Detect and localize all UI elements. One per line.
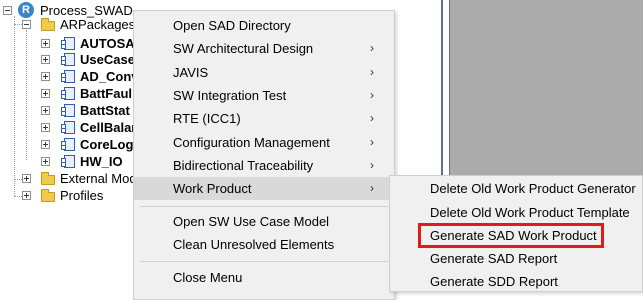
submenu-item-label: Generate SAD Report (430, 251, 558, 266)
package-icon (61, 87, 75, 100)
submenu-item-label: Generate SAD Work Product (430, 228, 597, 243)
tree-connector (14, 196, 22, 198)
folder-icon (41, 189, 55, 202)
menu-item-label: Work Product (173, 181, 252, 196)
menu-separator (140, 206, 388, 207)
collapse-icon[interactable] (22, 20, 31, 29)
menu-item-label: SW Integration Test (173, 88, 287, 103)
expand-icon[interactable] (41, 106, 50, 115)
menu-item-configuration-management[interactable]: Configuration Management › (134, 131, 394, 154)
menu-item-label: Open SAD Directory (173, 18, 291, 33)
submenu-item-generate-sad-work-product[interactable]: Generate SAD Work Product (390, 224, 642, 247)
submenu-item-generate-sad-report[interactable]: Generate SAD Report (390, 247, 642, 270)
package-icon (61, 138, 75, 151)
expand-icon[interactable] (41, 55, 50, 64)
menu-item-label: Open SW Use Case Model (173, 214, 330, 229)
chevron-right-icon: › (370, 41, 374, 55)
chevron-right-icon: › (370, 111, 374, 125)
chevron-right-icon: › (370, 158, 374, 172)
menu-item-label: SW Architectural Design (173, 41, 314, 56)
menu-item-label: Close Menu (173, 270, 243, 285)
work-product-submenu: Delete Old Work Product Generator Delete… (389, 175, 643, 292)
menu-item-label: Bidirectional Traceability (173, 158, 314, 173)
menu-item-open-sw-use-case-model[interactable]: Open SW Use Case Model (134, 210, 394, 233)
tree-connector (26, 30, 28, 160)
menu-item-label: Clean Unresolved Elements (173, 237, 335, 252)
expand-icon[interactable] (41, 89, 50, 98)
submenu-item-generate-sdd-report[interactable]: Generate SDD Report (390, 270, 642, 293)
menu-item-sw-architectural-design[interactable]: SW Architectural Design › (134, 37, 394, 60)
collapse-icon[interactable] (3, 6, 12, 15)
tree-item-label: Profiles (60, 188, 104, 203)
menu-item-close-menu[interactable]: Close Menu (134, 266, 394, 289)
menu-item-label: Configuration Management (173, 135, 330, 150)
submenu-item-delete-old-template[interactable]: Delete Old Work Product Template (390, 201, 642, 224)
package-icon (61, 37, 75, 50)
tree-connector (14, 24, 22, 26)
chevron-right-icon: › (370, 135, 374, 149)
package-icon (61, 121, 75, 134)
package-icon (61, 104, 75, 117)
menu-separator (140, 261, 388, 262)
menu-item-work-product[interactable]: Work Product › (134, 177, 394, 200)
menu-item-bidirectional-traceability[interactable]: Bidirectional Traceability › (134, 154, 394, 177)
context-menu: Open SAD Directory SW Architectural Desi… (133, 10, 395, 300)
package-icon (61, 70, 75, 83)
menu-item-label: JAVIS (173, 65, 209, 80)
submenu-item-label: Delete Old Work Product Generator (430, 181, 636, 196)
expand-icon[interactable] (41, 140, 50, 149)
chevron-right-icon: › (370, 88, 374, 102)
diagram-canvas (449, 0, 643, 180)
expand-icon[interactable] (22, 191, 31, 200)
submenu-item-delete-old-generator[interactable]: Delete Old Work Product Generator (390, 177, 642, 200)
project-icon: R (18, 2, 34, 18)
tree-connector (14, 179, 22, 181)
submenu-item-label: Delete Old Work Product Template (430, 205, 630, 220)
folder-icon (41, 18, 55, 31)
menu-item-sw-integration-test[interactable]: SW Integration Test › (134, 84, 394, 107)
submenu-item-label: Generate SDD Report (430, 274, 558, 289)
menu-item-rte[interactable]: RTE (ICC1) › (134, 107, 394, 130)
expand-icon[interactable] (41, 72, 50, 81)
menu-item-clean-unresolved-elements[interactable]: Clean Unresolved Elements (134, 233, 394, 256)
menu-item-label: RTE (ICC1) (173, 111, 241, 126)
menu-item-javis[interactable]: JAVIS › (134, 61, 394, 84)
tree-connector (14, 16, 16, 196)
chevron-right-icon: › (370, 181, 374, 195)
folder-icon (41, 172, 55, 185)
chevron-right-icon: › (370, 65, 374, 79)
package-icon (61, 155, 75, 168)
menu-item-open-sad-directory[interactable]: Open SAD Directory (134, 14, 394, 37)
expand-icon[interactable] (22, 174, 31, 183)
expand-icon[interactable] (41, 123, 50, 132)
expand-icon[interactable] (41, 157, 50, 166)
expand-icon[interactable] (41, 39, 50, 48)
package-icon (61, 53, 75, 66)
